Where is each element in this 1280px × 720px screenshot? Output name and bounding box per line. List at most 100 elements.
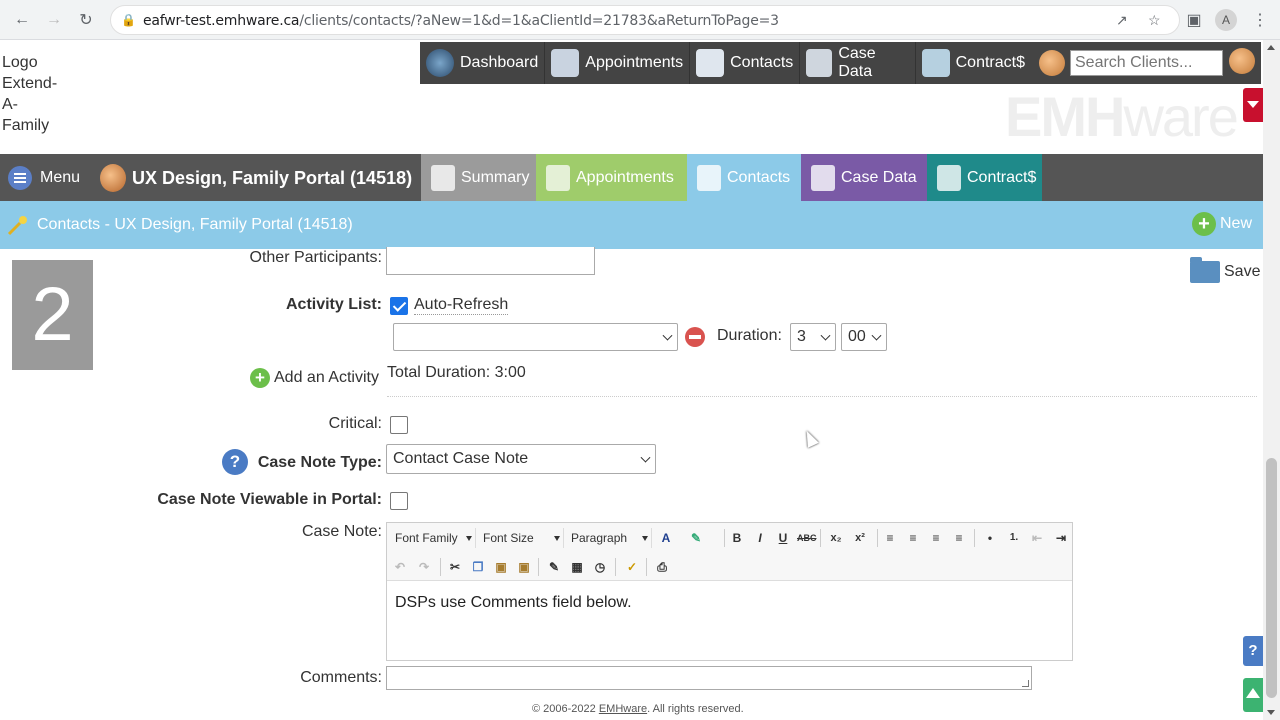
duration-minutes-select[interactable]: 00 (841, 323, 887, 351)
bold-icon[interactable]: B (728, 529, 746, 547)
top-nav-case-data[interactable]: Case Data (800, 42, 916, 84)
insert-table-icon[interactable]: ▦ (568, 558, 586, 576)
numbered-list-icon[interactable]: 1. (1005, 529, 1023, 547)
remove-activity-icon[interactable] (685, 327, 705, 347)
insert-time-icon[interactable]: ◷ (591, 558, 609, 576)
subscript-icon[interactable]: x₂ (827, 529, 845, 547)
top-nav-dashboard[interactable]: Dashboard (420, 42, 546, 84)
calendar-add-icon (546, 164, 570, 191)
user-avatar-icon[interactable] (1229, 48, 1255, 74)
summary-icon (431, 164, 455, 191)
footer-prefix: © 2006-2022 (532, 703, 599, 715)
duration-minutes-value: 00 (848, 328, 866, 345)
collapse-tab-icon[interactable] (1243, 88, 1263, 122)
star-icon[interactable]: ☆ (1148, 12, 1161, 29)
superscript-icon[interactable]: x² (851, 529, 869, 547)
bullet-list-icon[interactable]: • (981, 529, 999, 547)
italic-icon[interactable]: I (751, 529, 769, 547)
tab-appointments[interactable]: Appointments (536, 154, 687, 201)
case-data-tab-icon (811, 164, 835, 191)
tab-case-data[interactable]: Case Data (801, 154, 927, 201)
undo-icon[interactable]: ↶ (391, 558, 409, 576)
footer-emhware-link[interactable]: EMHware (599, 703, 647, 715)
side-panel-icon[interactable]: ▣ (1182, 8, 1206, 32)
client-name-label: UX Design, Family Portal (14518) (132, 167, 413, 188)
contract-icon (921, 49, 950, 77)
save-button[interactable]: Save (1190, 257, 1260, 283)
more-menu-icon[interactable]: ⋮ (1248, 8, 1272, 32)
page-title: Contacts - UX Design, Family Portal (145… (37, 216, 353, 233)
scroll-thumb[interactable] (1266, 458, 1277, 698)
back-icon[interactable]: ← (10, 8, 34, 32)
reload-icon[interactable]: ↻ (74, 8, 98, 32)
align-left-icon[interactable]: ≡ (881, 529, 899, 547)
search-clients-input[interactable] (1070, 50, 1223, 76)
emhware-watermark: EMHware (1005, 84, 1239, 149)
lock-icon: 🔒 (121, 13, 136, 27)
toolbar-separator (724, 529, 725, 547)
tab-label: Case Data (841, 168, 917, 186)
duration-hours-select[interactable]: 3 (790, 323, 836, 351)
top-nav-contract[interactable]: Contract$ (916, 42, 1031, 84)
add-activity-button[interactable]: + Add an Activity (250, 368, 379, 388)
underline-icon[interactable]: U (774, 529, 792, 547)
align-center-icon[interactable]: ≡ (904, 529, 922, 547)
edit-source-icon[interactable]: ✎ (545, 558, 563, 576)
tab-contract[interactable]: Contract$ (927, 154, 1042, 201)
highlight-icon[interactable]: ✎ (687, 529, 705, 547)
case-note-type-value: Contact Case Note (393, 450, 529, 467)
auto-refresh-label[interactable]: Auto-Refresh (414, 296, 509, 315)
forward-icon[interactable]: → (42, 8, 66, 32)
paragraph-select[interactable]: Paragraph (568, 528, 652, 548)
critical-checkbox[interactable] (390, 416, 408, 434)
scroll-to-top-icon[interactable] (1243, 678, 1263, 712)
scroll-down-icon[interactable] (1267, 710, 1275, 715)
scroll-up-icon[interactable] (1267, 45, 1275, 50)
indent-icon[interactable]: ⇥ (1052, 529, 1070, 547)
logo-image-alt[interactable]: Logo Extend-A-Family (2, 52, 64, 136)
align-justify-icon[interactable]: ≡ (950, 529, 968, 547)
viewable-in-portal-checkbox[interactable] (390, 492, 408, 510)
watermark-part2: ware (1123, 85, 1238, 148)
activity-select[interactable] (393, 323, 678, 351)
case-note-content[interactable]: DSPs use Comments field below. (395, 594, 632, 612)
new-button[interactable]: + New (1192, 212, 1252, 236)
other-participants-field[interactable] (386, 247, 595, 275)
align-right-icon[interactable]: ≡ (927, 529, 945, 547)
clean-format-icon[interactable]: ✓ (623, 558, 641, 576)
case-note-editor[interactable]: Font Family Font Size Paragraph A ✎ B I … (386, 522, 1073, 661)
help-icon[interactable]: ? (222, 449, 248, 475)
strikethrough-icon[interactable]: ABC (797, 529, 817, 547)
font-family-select[interactable]: Font Family (392, 528, 476, 548)
share-icon[interactable]: ↗ (1116, 12, 1128, 29)
menu-button[interactable]: Menu (8, 166, 80, 190)
tab-contacts[interactable]: Contacts (687, 154, 801, 201)
url-text[interactable]: eafwr-test.emhware.ca/clients/contacts/?… (143, 13, 779, 29)
paste-word-icon[interactable]: ▣ (515, 558, 533, 576)
text-color-icon[interactable]: A (657, 529, 675, 547)
page-title-bar: Contacts - UX Design, Family Portal (145… (0, 201, 1263, 249)
outdent-icon[interactable]: ⇤ (1028, 529, 1046, 547)
profile-avatar[interactable]: A (1215, 9, 1237, 31)
copy-icon[interactable]: ❐ (469, 558, 487, 576)
redo-icon[interactable]: ↷ (415, 558, 433, 576)
print-icon[interactable]: ⎙ (653, 558, 671, 576)
case-note-type-select[interactable]: Contact Case Note (386, 444, 656, 474)
favorites-icon[interactable] (1039, 50, 1065, 76)
cut-icon[interactable]: ✂ (446, 558, 464, 576)
font-size-select[interactable]: Font Size (480, 528, 564, 548)
comments-textarea[interactable] (386, 666, 1032, 690)
plus-icon: + (1192, 212, 1216, 236)
auto-refresh-checkbox[interactable] (390, 297, 408, 315)
top-nav-contacts[interactable]: Contacts (690, 42, 801, 84)
top-nav-label: Dashboard (460, 54, 539, 71)
top-nav-appointments[interactable]: Appointments (545, 42, 691, 84)
add-activity-label: Add an Activity (274, 369, 379, 386)
paste-icon[interactable]: ▣ (492, 558, 510, 576)
toolbar-separator (877, 529, 878, 547)
address-bar[interactable]: 🔒 eafwr-test.emhware.ca/clients/contacts… (110, 5, 1180, 35)
page-scrollbar[interactable] (1263, 40, 1280, 720)
client-name[interactable]: UX Design, Family Portal (14518) (100, 164, 412, 192)
tab-summary[interactable]: Summary (421, 154, 536, 201)
floating-help-icon[interactable]: ? (1243, 636, 1263, 666)
